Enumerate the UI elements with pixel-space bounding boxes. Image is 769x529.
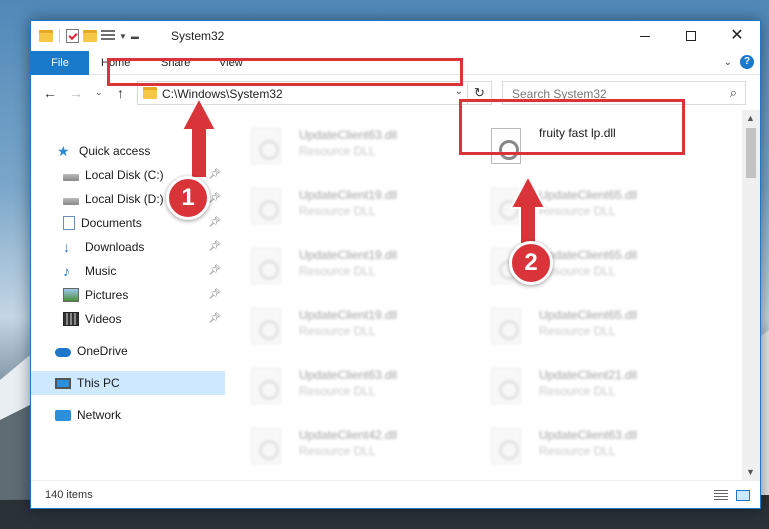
explorer-window: ▼ ▬ System32 ✕ File Home Share View ⌄ ? …: [30, 20, 761, 509]
folder-icon: [143, 87, 157, 99]
videos-icon: [63, 312, 79, 326]
close-button[interactable]: ✕: [714, 21, 760, 51]
pin-icon[interactable]: 📌︎: [208, 313, 221, 324]
minimize-icon: [640, 35, 650, 37]
list-item[interactable]: UpdateClient65.dll Resource DLL: [467, 236, 687, 288]
callout-one: 1: [166, 176, 210, 220]
tab-file[interactable]: File: [31, 51, 89, 75]
sidebar-item-downloads[interactable]: ↓ Downloads 📌︎: [31, 235, 225, 259]
dll-file-icon: [251, 248, 281, 284]
scroll-up-icon[interactable]: ▲: [746, 113, 755, 123]
navigation-pane: ★ Quick access Local Disk (C:) 📌︎ Local …: [31, 110, 226, 480]
documents-icon: [63, 216, 75, 230]
maximize-button[interactable]: [668, 21, 714, 51]
list-item[interactable]: UpdateClient65.dll Resource DLL: [467, 296, 687, 348]
list-item[interactable]: UpdateClient63.dll Resource DLL: [467, 416, 687, 468]
list-item[interactable]: UpdateClient42.dll Resource DLL: [227, 416, 447, 468]
expand-ribbon-icon[interactable]: ⌄: [724, 57, 732, 68]
cloud-icon: [55, 348, 71, 357]
back-arrow-icon[interactable]: ←: [43, 85, 57, 101]
dll-file-icon: [491, 368, 521, 404]
sidebar-item-videos[interactable]: Videos 📌︎: [31, 307, 225, 331]
maximize-icon: [686, 31, 696, 41]
sidebar-item-network[interactable]: Network: [31, 403, 225, 427]
quick-access-toolbar: ▼ ▬: [39, 27, 139, 45]
dll-file-icon: [491, 428, 521, 464]
window-controls: ✕: [622, 21, 760, 51]
file-list: UpdateClient63.dll Resource DLL UpdateCli…: [227, 110, 742, 480]
address-path: C:\Windows\System32: [162, 87, 283, 101]
dll-file-icon: [491, 308, 521, 344]
help-button[interactable]: ?: [740, 55, 754, 69]
recent-locations-icon[interactable]: ⌄: [95, 87, 103, 98]
view-icon[interactable]: [101, 30, 115, 42]
list-item[interactable]: UpdateClient19.dll Resource DLL: [227, 296, 447, 348]
callout-two: 2: [509, 241, 553, 285]
dll-file-icon: [251, 428, 281, 464]
list-item[interactable]: UpdateClient63.dll Resource DLL: [227, 116, 447, 168]
pin-icon[interactable]: 📌︎: [208, 193, 221, 204]
sidebar-item-music[interactable]: ♪ Music 📌︎: [31, 259, 225, 283]
pin-icon[interactable]: 📌︎: [208, 217, 221, 228]
list-item[interactable]: UpdateClient63.dll Resource DLL: [227, 356, 447, 408]
folder-icon: [39, 30, 53, 42]
download-icon: ↓: [63, 239, 70, 255]
pin-icon[interactable]: 📌︎: [208, 169, 221, 180]
customize-toolbar-icon[interactable]: ▬: [131, 32, 139, 41]
close-icon: ✕: [730, 27, 744, 44]
list-item[interactable]: UpdateClient65.dll Resource DLL: [467, 176, 687, 228]
dll-file-icon: [251, 308, 281, 344]
file-highlight: [459, 99, 685, 155]
network-icon: [55, 409, 71, 421]
disk-icon: [63, 197, 79, 205]
large-icons-view-icon[interactable]: [736, 490, 750, 501]
pictures-icon: [63, 288, 79, 302]
dll-file-icon: [251, 128, 281, 164]
list-item[interactable]: UpdateClient21.dll Resource DLL: [467, 356, 687, 408]
dll-file-icon: [251, 188, 281, 224]
item-count: 140 items: [45, 489, 93, 501]
search-icon: ⌕: [729, 85, 737, 100]
address-dropdown-icon[interactable]: ⌄: [455, 86, 463, 97]
up-arrow-icon[interactable]: ↑: [117, 85, 124, 101]
vertical-scrollbar[interactable]: ▲ ▼: [742, 110, 760, 480]
sidebar-item-quick-access[interactable]: ★ Quick access: [31, 139, 225, 163]
title-bar: ▼ ▬ System32 ✕: [31, 21, 760, 51]
window-title: System32: [171, 29, 225, 43]
list-item[interactable]: UpdateClient19.dll Resource DLL: [227, 236, 447, 288]
address-bar-highlight: [107, 58, 463, 86]
scroll-down-icon[interactable]: ▼: [746, 467, 755, 477]
disk-icon: [63, 173, 79, 181]
details-view-icon[interactable]: [714, 490, 728, 501]
pin-icon[interactable]: 📌︎: [208, 289, 221, 300]
new-folder-icon[interactable]: [83, 30, 97, 42]
list-item[interactable]: UpdateClient19.dll Resource DLL: [227, 176, 447, 228]
minimize-button[interactable]: [622, 21, 668, 51]
pin-icon[interactable]: 📌︎: [208, 265, 221, 276]
chevron-down-icon[interactable]: ▼: [119, 32, 127, 41]
computer-icon: [55, 377, 71, 389]
scrollbar-thumb[interactable]: [746, 128, 756, 178]
star-icon: ★: [57, 143, 70, 159]
music-icon: ♪: [63, 263, 70, 279]
dll-file-icon: [251, 368, 281, 404]
forward-arrow-icon[interactable]: →: [69, 85, 83, 101]
pin-icon[interactable]: 📌︎: [208, 241, 221, 252]
sidebar-item-this-pc[interactable]: This PC: [31, 371, 225, 395]
dll-file-icon: [491, 188, 521, 224]
sidebar-item-onedrive[interactable]: OneDrive: [31, 339, 225, 363]
status-bar: 140 items: [31, 480, 760, 508]
properties-icon[interactable]: [66, 29, 79, 43]
sidebar-item-pictures[interactable]: Pictures 📌︎: [31, 283, 225, 307]
